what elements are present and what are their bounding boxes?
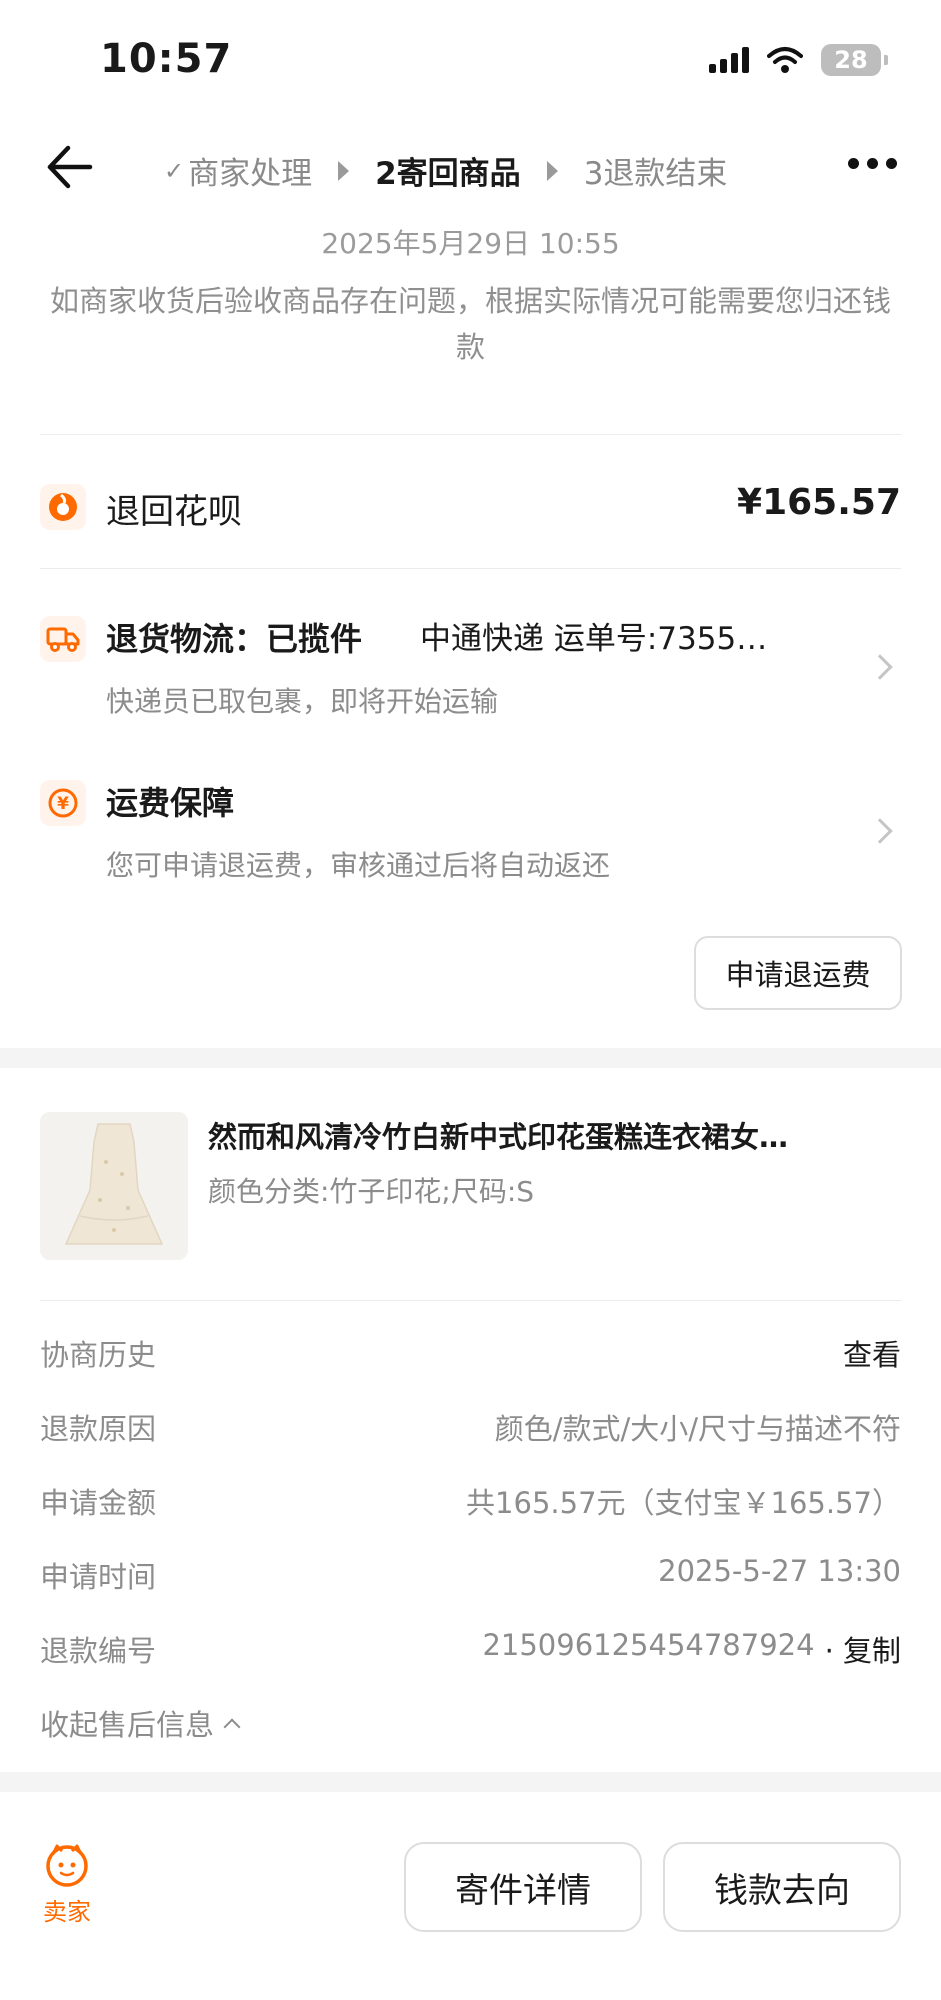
collapse-label: 收起售后信息 (40, 1708, 215, 1742)
shipping-guarantee-title: 运费保障 (106, 784, 235, 822)
detail-value-amount: 共165.57元（支付宝￥165.57） (466, 1486, 901, 1520)
collapse-toggle[interactable]: 收起售后信息 (40, 1702, 241, 1744)
logistics-row[interactable]: 退货物流：已揽件 中通快递 运单号:7355… 快递员已取包裹，即将开始运输 (0, 600, 941, 730)
refund-amount: ¥165.57 (737, 482, 901, 523)
product-title[interactable]: 然而和风清冷竹白新中式印花蛋糕连衣裙女… (208, 1114, 898, 1156)
seller-entry[interactable]: 卖家 (36, 1842, 98, 1927)
status-time: 10:57 (100, 36, 233, 82)
section-gap (0, 1048, 941, 1068)
chevron-right-icon (867, 654, 893, 680)
status-date: 2025年5月29日 10:55 (321, 227, 620, 260)
yuan-coin-icon: ¥ (40, 780, 86, 826)
huabei-icon (40, 484, 86, 530)
detail-label-reason: 退款原因 (40, 1412, 157, 1446)
detail-value-reason: 颜色/款式/大小/尺寸与描述不符 (494, 1412, 901, 1446)
chevron-up-icon (223, 1718, 241, 1736)
seller-icon (46, 1844, 88, 1887)
logistics-desc: 快递员已取包裹，即将开始运输 (106, 685, 499, 718)
section-gap (0, 1772, 941, 1792)
product-image[interactable] (40, 1112, 188, 1260)
step-merchant-processing: ✓ 商家处理 (164, 156, 313, 192)
view-history-link[interactable]: 查看 (843, 1332, 901, 1374)
shipment-details-button[interactable]: 寄件详情 (404, 1842, 642, 1932)
divider (40, 1300, 901, 1301)
battery-indicator: 28 (821, 44, 888, 76)
detail-label-time: 申请时间 (40, 1560, 157, 1594)
svg-text:¥: ¥ (57, 794, 69, 814)
shipping-guarantee-row[interactable]: ¥ 运费保障 您可申请退运费，审核通过后将自动返还 (0, 770, 941, 900)
detail-label-history: 协商历史 (40, 1338, 157, 1372)
seller-label: 卖家 (43, 1898, 91, 1926)
detail-label-refund-id: 退款编号 (40, 1634, 157, 1668)
step-refund-complete: 3退款结束 (583, 156, 728, 192)
step-arrow-icon (338, 160, 350, 181)
refund-id: 215096125454787924 (482, 1628, 815, 1662)
truck-icon (40, 616, 86, 662)
check-icon: ✓ (164, 156, 185, 185)
wifi-icon (767, 47, 803, 73)
copy-button[interactable]: · 复制 (825, 1628, 901, 1670)
detail-label-amount: 申请金额 (40, 1486, 157, 1520)
divider (40, 568, 901, 569)
product-spec: 颜色分类:竹子印花;尺码:S (208, 1175, 535, 1208)
divider (40, 434, 901, 435)
money-destination-button[interactable]: 钱款去向 (663, 1842, 901, 1932)
refund-method: 退回花呗 (106, 492, 242, 532)
shipping-guarantee-desc: 您可申请退运费，审核通过后将自动返还 (106, 849, 611, 882)
back-arrow-icon[interactable] (44, 142, 94, 192)
chevron-right-icon (867, 818, 893, 844)
progress-steps: ✓ 商家处理 2寄回商品 3退款结束 (164, 148, 727, 193)
cellular-signal-icon (709, 47, 749, 73)
step-arrow-icon (546, 160, 558, 181)
status-icons: 28 (709, 44, 888, 76)
logistics-status: 退货物流：已揽件 (106, 620, 363, 658)
apply-shipping-refund-button[interactable]: 申请退运费 (694, 936, 902, 1010)
detail-value-time: 2025-5-27 13:30 (658, 1554, 901, 1588)
logistics-carrier: 中通快递 运单号:7355… (420, 621, 768, 657)
step-return-goods: 2寄回商品 (375, 156, 521, 192)
refund-notice: 如商家收货后验收商品存在问题，根据实际情况可能需要您归还钱款 (49, 284, 891, 364)
detail-value-refund-id: 215096125454787924 · 复制 (482, 1628, 901, 1670)
more-options-icon[interactable] (848, 158, 897, 169)
